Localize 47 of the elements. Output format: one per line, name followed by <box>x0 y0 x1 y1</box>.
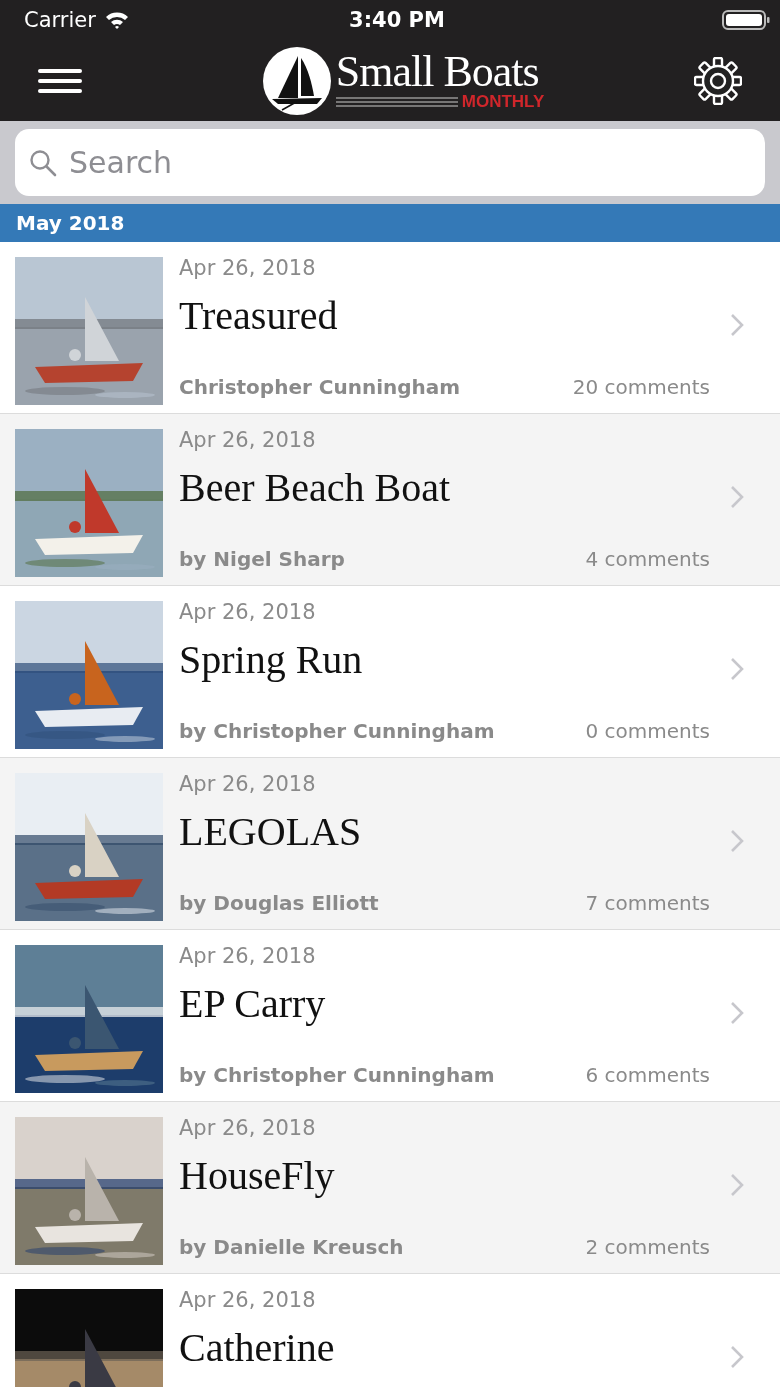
settings-icon <box>694 56 742 105</box>
article-date: Apr 26, 2018 <box>179 1287 317 1314</box>
comment-count: 7 comments <box>585 891 710 915</box>
article-row[interactable]: Apr 26, 2018 LEGOLAS by Douglas Elliott 7 comments <box>0 758 780 930</box>
section-title: May 2018 <box>16 211 125 235</box>
article-author: Christopher Cunningham <box>179 375 461 399</box>
article-author: by Danielle Kreusch <box>179 1235 404 1259</box>
article-title: EP Carry <box>179 981 327 1027</box>
comment-count: 4 comments <box>585 547 710 571</box>
article-author: by Christopher Cunningham <box>179 719 495 743</box>
article-title: Catherine <box>179 1325 336 1371</box>
search-field[interactable]: Search <box>15 129 765 196</box>
logo-lines-icon <box>335 95 458 108</box>
article-title: Spring Run <box>179 637 364 683</box>
settings-button[interactable] <box>694 56 742 105</box>
battery-icon <box>722 9 770 31</box>
chevron-icon <box>730 1345 744 1369</box>
chevron-icon <box>730 1001 744 1025</box>
article-title: Treasured <box>179 293 339 339</box>
article-author: by Douglas Elliott <box>179 891 379 915</box>
article-author: by Christopher Cunningham <box>179 1063 495 1087</box>
article-date: Apr 26, 2018 <box>179 943 317 970</box>
article-date: Apr 26, 2018 <box>179 771 317 798</box>
article-title: Beer Beach Boat <box>179 465 451 511</box>
article-date: Apr 26, 2018 <box>179 255 317 282</box>
comment-count: 0 comments <box>585 719 710 743</box>
article-date: Apr 26, 2018 <box>179 1115 317 1142</box>
article-date: Apr 26, 2018 <box>179 427 317 454</box>
comment-count: 2 comments <box>585 1235 710 1259</box>
chevron-icon <box>730 313 744 337</box>
chevron-icon <box>730 657 744 681</box>
article-title: LEGOLAS <box>179 809 363 855</box>
article-row[interactable]: Apr 26, 2018 Beer Beach Boat by Nigel Sharp 4 comments <box>0 414 780 586</box>
article-title: HouseFly <box>179 1153 336 1199</box>
article-date: Apr 26, 2018 <box>179 599 317 626</box>
carrier-name: Carrier <box>24 8 96 32</box>
clock-time: 3:40 PM <box>349 8 445 32</box>
chevron-icon <box>730 1173 744 1197</box>
article-author: by Nigel Sharp <box>179 547 345 571</box>
sailboat-icon <box>261 45 332 116</box>
logo-title: Small Boats <box>335 50 539 93</box>
article-row[interactable]: Apr 26, 2018 HouseFly by Danielle Kreusch 2 comments <box>0 1102 780 1274</box>
logo-subtitle: MONTHLY <box>461 92 545 111</box>
chevron-icon <box>730 485 744 509</box>
comment-count: 20 comments <box>572 375 710 399</box>
chevron-icon <box>730 829 744 853</box>
comment-count: 6 comments <box>585 1063 710 1087</box>
